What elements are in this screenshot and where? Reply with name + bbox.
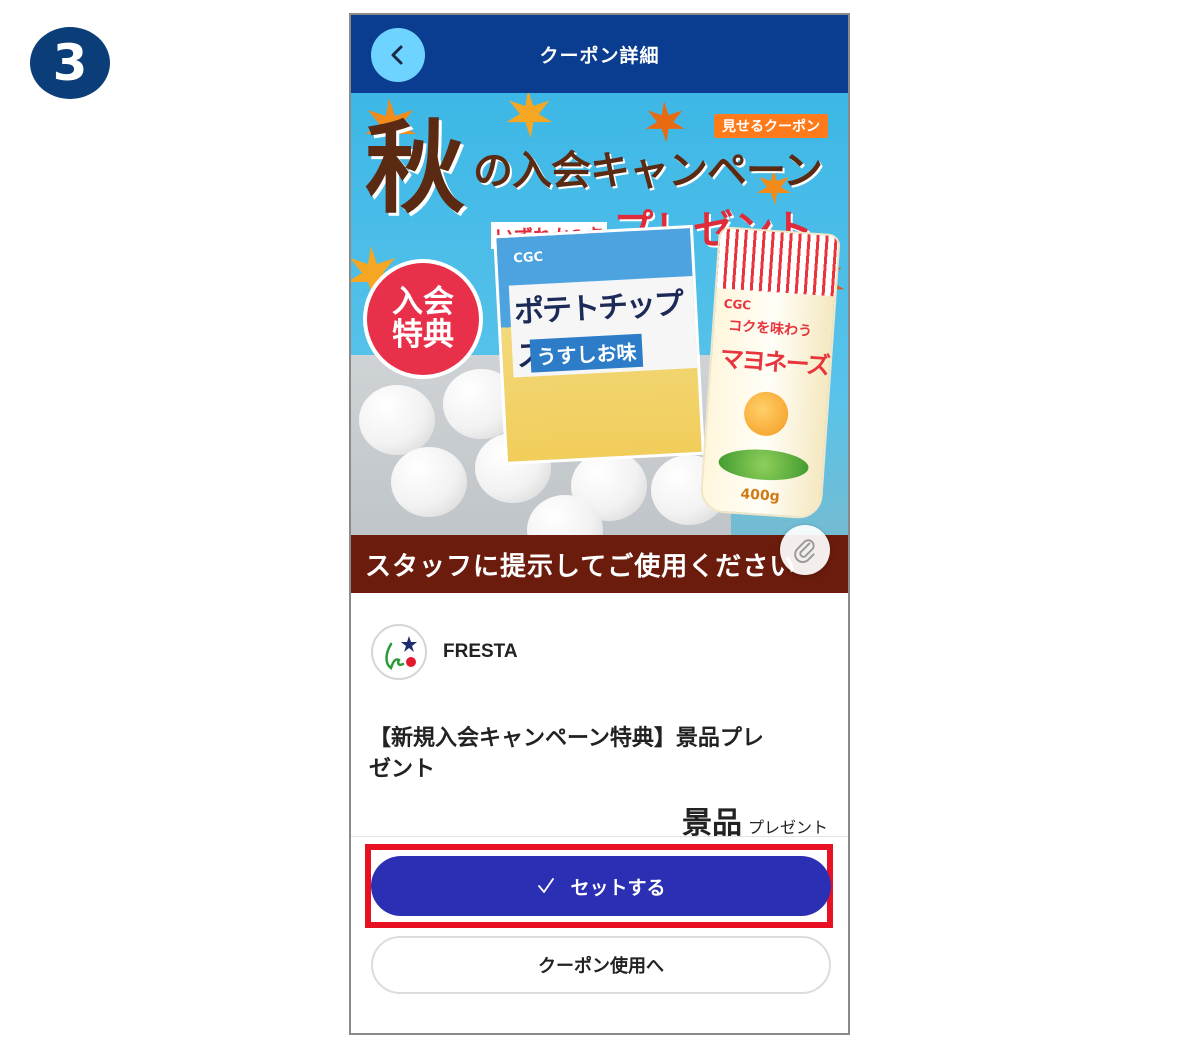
- use-coupon-label: クーポン使用へ: [538, 956, 664, 977]
- staff-notice-text: スタッフに提示してご使用ください: [365, 551, 797, 582]
- potato-chips-product: CGC ポテトチップス うすしお味: [493, 224, 705, 466]
- coupon-banner-image: 見せるクーポン 秋 の入会キャンペーン いずれか1点 プレゼント 入会 特典 C…: [351, 93, 848, 593]
- fresta-logo-icon: [371, 624, 427, 680]
- mayo-brand: CGC: [723, 296, 752, 313]
- attach-button[interactable]: [780, 525, 830, 575]
- app-header: クーポン詳細: [351, 15, 848, 93]
- mayo-subtitle: コクを味わう: [727, 317, 813, 340]
- chips-brand: CGC: [512, 249, 544, 267]
- chips-flavor: うすしお味: [529, 333, 644, 373]
- banner-aki-text: 秋: [365, 109, 465, 227]
- prize-sub-label: プレゼント: [747, 818, 828, 837]
- phone-screen: クーポン詳細 見せるクーポン 秋 の入会キャンペーン いずれか1点 プレゼント: [349, 13, 850, 1035]
- set-coupon-button[interactable]: セットする: [371, 856, 831, 916]
- action-footer: セットする クーポン使用へ: [351, 836, 848, 1033]
- egg: [359, 385, 435, 455]
- set-coupon-label: セットする: [570, 876, 666, 899]
- staff-notice-band: スタッフに提示してご使用ください: [351, 535, 848, 593]
- join-benefit-badge: 入会 特典: [367, 263, 479, 375]
- join-benefit-line1: 入会: [392, 284, 454, 321]
- salad-image: [717, 446, 810, 483]
- back-button[interactable]: [371, 28, 425, 82]
- chevron-left-icon: [391, 45, 403, 65]
- paperclip-icon: [794, 539, 815, 563]
- mayo-stripes: [716, 228, 839, 297]
- egg-yolk-image: [742, 390, 790, 438]
- maple-leaf-icon: [506, 93, 553, 139]
- banner-campaign-title: の入会キャンペーン: [473, 148, 823, 194]
- egg: [391, 447, 467, 517]
- mayo-weight: 400g: [739, 486, 781, 505]
- store-row: FRESTA: [371, 624, 518, 680]
- step-number-badge: 3: [30, 27, 110, 99]
- show-coupon-badge: 見せるクーポン: [714, 114, 828, 138]
- page-title: クーポン詳細: [539, 44, 660, 67]
- use-coupon-button[interactable]: クーポン使用へ: [371, 936, 831, 994]
- coupon-title: 【新規入会キャンペーン特典】景品プレゼント: [369, 726, 764, 782]
- checkmark-icon: [538, 878, 555, 893]
- mayo-name: マヨネーズ: [718, 344, 830, 381]
- join-benefit-line2: 特典: [392, 317, 454, 353]
- store-name: FRESTA: [443, 641, 518, 662]
- mayonnaise-product: CGC コクを味わう マヨネーズ 400g: [699, 226, 841, 520]
